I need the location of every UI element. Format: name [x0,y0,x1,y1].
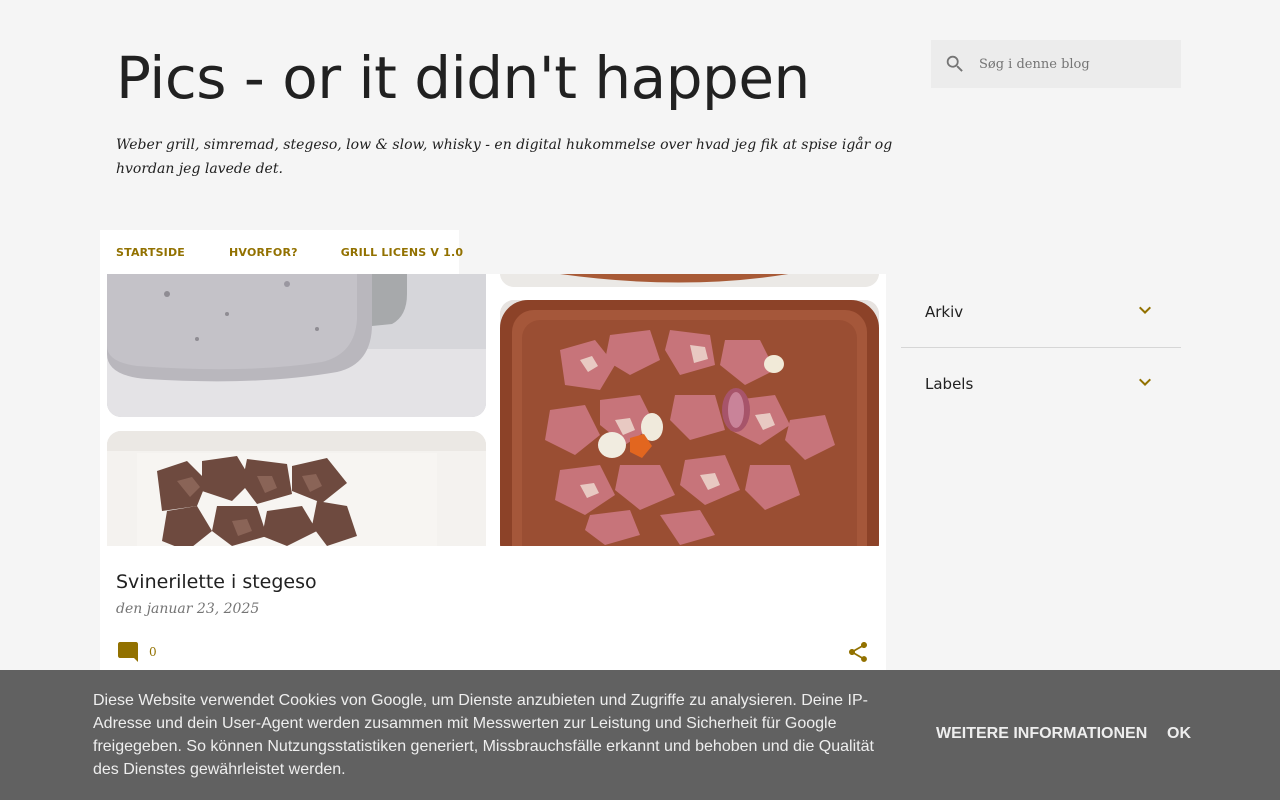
comment-count[interactable]: 0 [149,645,157,659]
tab-startside[interactable]: STARTSIDE [116,246,185,259]
widget-archive[interactable]: Arkiv [901,276,1181,348]
blog-title[interactable]: Pics - or it didn't happen [116,44,810,112]
chevron-down-icon[interactable] [1133,298,1157,326]
post-card: Svinerilette i stegeso den januar 23, 20… [100,274,886,670]
tab-hvorfor[interactable]: HVORFOR? [229,246,298,259]
cookie-consent-bar: Diese Website verwendet Cookies von Goog… [0,670,1280,800]
photo-cooked-meat [107,431,486,546]
page-tabs: STARTSIDE HVORFOR? GRILL LICENS V 1.0 [100,230,463,274]
share-icon[interactable] [846,640,870,668]
more-info-link[interactable]: Weitere Informationen [936,725,1147,743]
photo-clay-pot-top [500,274,879,287]
photo-raw-meat-pot [500,300,879,546]
search-icon[interactable] [935,40,975,88]
chevron-down-icon[interactable] [1133,370,1157,398]
widget-labels[interactable]: Labels [901,348,1181,420]
post-title[interactable]: Svinerilette i stegeso [116,571,317,593]
ok-button[interactable]: OK [1167,725,1191,743]
tab-grill-licens[interactable]: GRILL LICENS V 1.0 [341,246,464,259]
comment-icon[interactable] [116,640,140,668]
photo-rillette-jar [107,274,486,417]
widget-labels-title: Labels [925,375,974,393]
post-photo-collage[interactable] [100,274,886,546]
search-box[interactable] [931,40,1181,88]
blog-description: Weber grill, simremad, stegeso, low & sl… [116,137,893,177]
post-date[interactable]: den januar 23, 2025 [116,601,259,617]
cookie-notice-text: Diese Website verwendet Cookies von Goog… [93,692,874,778]
search-input[interactable] [979,56,1169,72]
widget-archive-title: Arkiv [925,302,964,321]
